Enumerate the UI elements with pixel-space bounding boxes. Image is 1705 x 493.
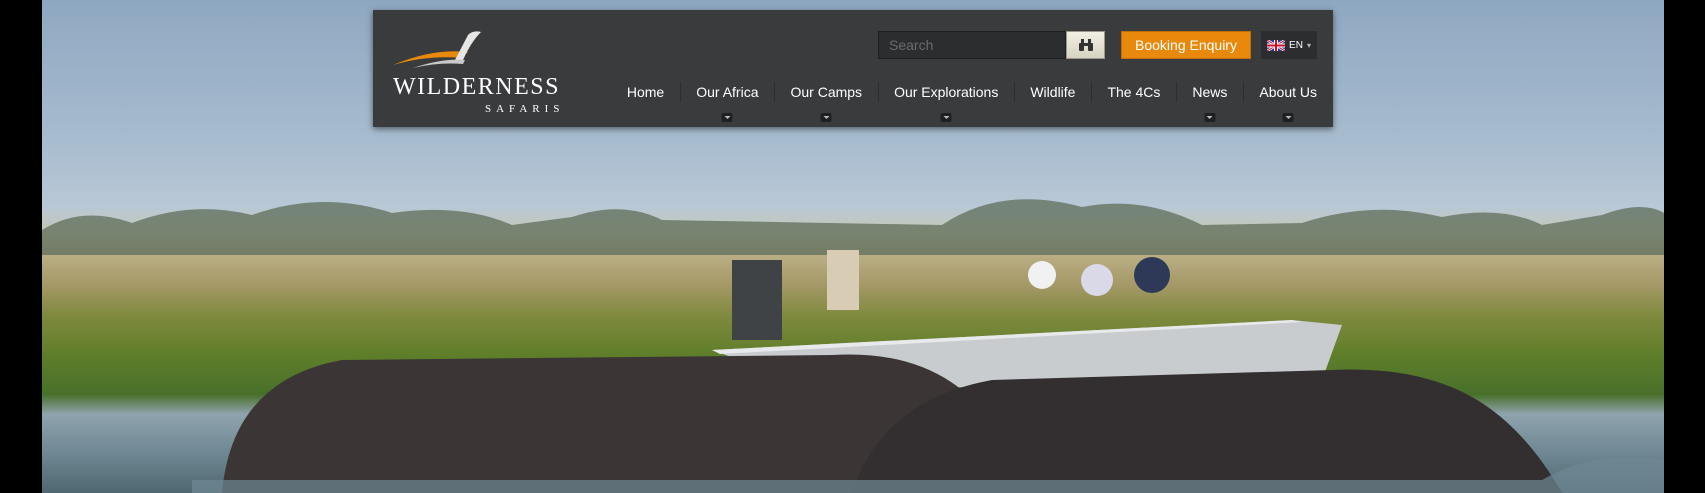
nav-item-news[interactable]: News: [1176, 80, 1243, 122]
search-field[interactable]: [878, 31, 1066, 59]
binoculars-icon: [1078, 39, 1093, 51]
language-code: EN: [1289, 39, 1303, 51]
booking-enquiry-button[interactable]: Booking Enquiry: [1121, 31, 1251, 59]
search-button[interactable]: [1066, 31, 1105, 59]
nav-item-our-explorations[interactable]: Our Explorations: [878, 80, 1014, 122]
logo-tagline: SAFARIS: [485, 103, 565, 115]
nav-item-the-4cs[interactable]: The 4Cs: [1091, 80, 1176, 104]
chevron-down-icon[interactable]: [1282, 113, 1294, 122]
wings-logo-icon: [393, 31, 481, 68]
nav-label: News: [1192, 84, 1228, 100]
nav-label: Home: [626, 84, 665, 100]
nav-label: About Us: [1259, 84, 1317, 100]
language-selector[interactable]: EN ▾: [1261, 31, 1317, 59]
nav-item-wildlife[interactable]: Wildlife: [1014, 80, 1091, 104]
uk-flag-icon: [1267, 39, 1286, 51]
hippos-image: [192, 354, 1664, 493]
nav-label: The 4Cs: [1107, 84, 1161, 100]
search-input[interactable]: [879, 32, 1065, 58]
chevron-down-icon[interactable]: [721, 113, 733, 122]
logo[interactable]: WILDERNESS SAFARIS: [393, 30, 583, 120]
nav-item-our-africa[interactable]: Our Africa: [680, 80, 774, 122]
main-nav: Home Our Africa Our Camps Our Exploratio…: [611, 80, 1333, 122]
chevron-down-icon[interactable]: [1204, 113, 1216, 122]
chevron-down-icon: ▾: [1306, 40, 1311, 50]
nav-label: Our Explorations: [894, 84, 999, 100]
site-header: WILDERNESS SAFARIS Booking Enquiry EN ▾: [373, 10, 1333, 127]
chevron-down-icon[interactable]: [820, 113, 832, 122]
nav-label: Our Camps: [790, 84, 863, 100]
chevron-down-icon[interactable]: [940, 113, 952, 122]
nav-item-home[interactable]: Home: [611, 80, 680, 104]
logo-wordmark: WILDERNESS: [393, 74, 560, 100]
nav-label: Our Africa: [696, 84, 759, 100]
nav-item-our-camps[interactable]: Our Camps: [774, 80, 878, 122]
treeline-image: [42, 199, 1664, 255]
nav-item-about-us[interactable]: About Us: [1243, 80, 1333, 122]
nav-label: Wildlife: [1030, 84, 1076, 100]
